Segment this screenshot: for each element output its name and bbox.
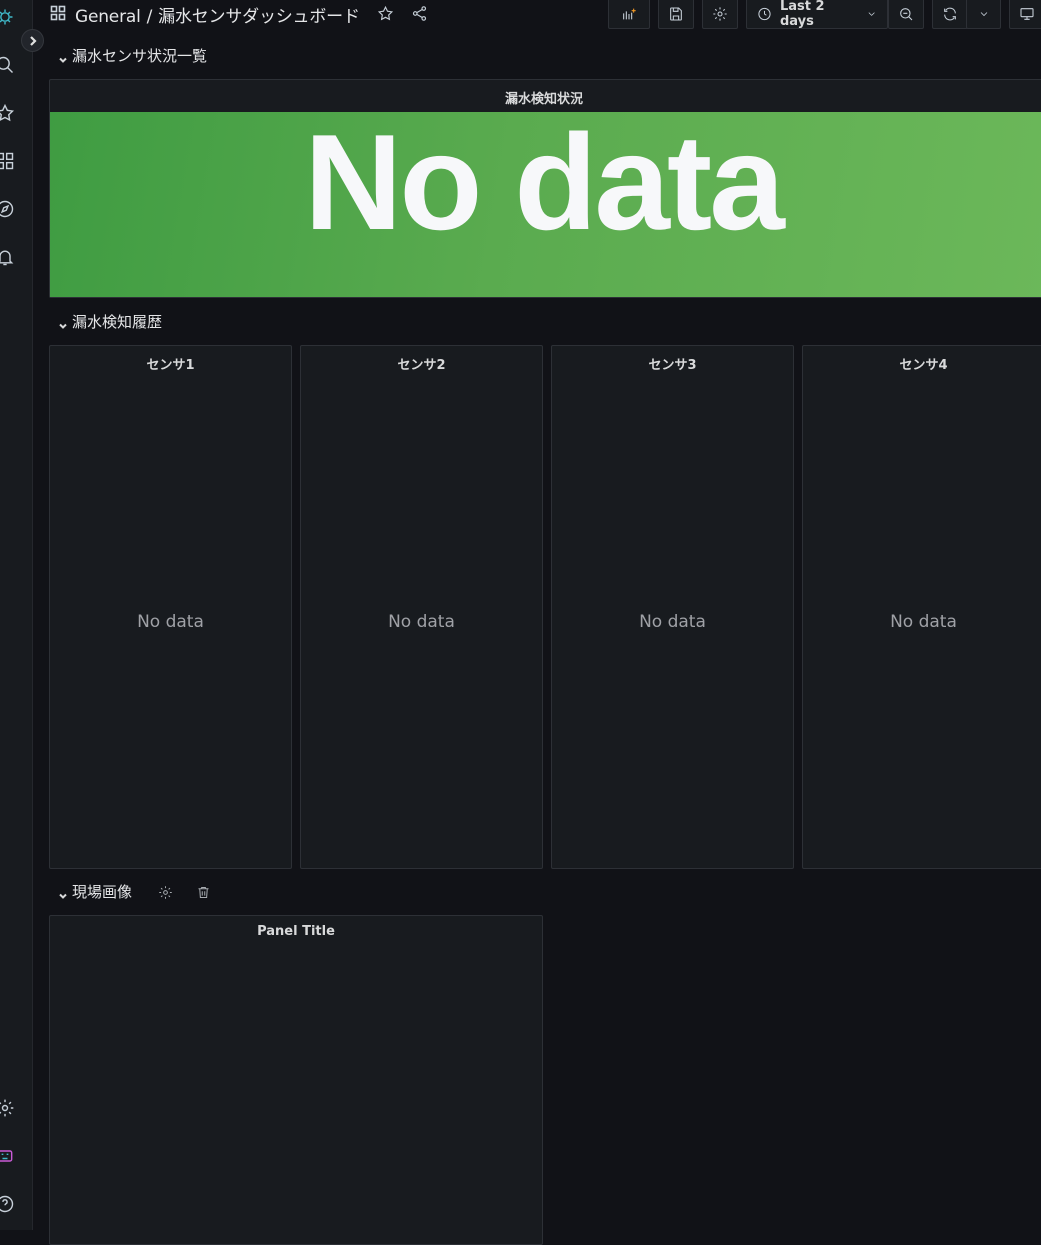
zoom-out-icon — [900, 7, 913, 20]
no-data-message: No data — [137, 612, 204, 632]
dashboards-icon[interactable] — [0, 150, 16, 172]
chevron-down-icon — [58, 317, 68, 329]
view-mode-button[interactable] — [1009, 0, 1041, 29]
gear-icon — [713, 6, 727, 21]
user-avatar-icon[interactable] — [0, 1145, 16, 1167]
breadcrumb-separator: / — [146, 7, 153, 27]
sensor-panel[interactable]: センサ4 No data — [802, 345, 1041, 869]
panel-title: センサ1 — [146, 358, 195, 373]
row-title: 現場画像 — [72, 883, 133, 901]
help-icon[interactable] — [0, 1193, 16, 1215]
chevron-down-icon — [980, 11, 987, 16]
stat-panel[interactable]: 漏水検知状況 No data — [49, 79, 1041, 298]
monitor-icon — [1020, 7, 1034, 20]
chevron-down-icon — [58, 887, 68, 899]
no-data-message: No data — [388, 612, 455, 632]
refresh-button[interactable] — [932, 0, 968, 29]
no-data-message: No data — [890, 612, 957, 632]
grafana-logo-icon[interactable] — [0, 6, 16, 28]
row-delete-trash-icon[interactable] — [196, 885, 211, 904]
refresh-icon — [944, 7, 956, 20]
breadcrumb-folder[interactable]: General — [75, 7, 141, 27]
dashboard-grid-icon — [50, 5, 66, 21]
panel-title: センサ2 — [397, 358, 446, 373]
chevron-down-icon — [868, 11, 875, 16]
chevron-down-icon — [58, 51, 68, 63]
row-header-leak-history[interactable]: 漏水検知履歴 — [58, 311, 162, 332]
no-data-message: No data — [639, 612, 706, 632]
row-title: 漏水検知履歴 — [72, 313, 163, 331]
alerting-bell-icon[interactable] — [0, 246, 16, 268]
sensor-panel[interactable]: センサ3 No data — [551, 345, 794, 869]
stat-value: No data — [304, 106, 785, 258]
add-panel-button[interactable] — [608, 0, 650, 29]
sensor-panel[interactable]: センサ1 No data — [49, 345, 292, 869]
panel-title: センサ3 — [648, 358, 697, 373]
breadcrumb[interactable]: General / 漏水センサダッシュボード — [75, 2, 360, 27]
time-range-picker[interactable]: Last 2 days — [746, 0, 888, 29]
save-dashboard-button[interactable] — [658, 0, 694, 29]
image-panel[interactable]: Panel Title — [49, 915, 543, 1245]
panel-title: センサ4 — [899, 358, 948, 373]
save-icon — [670, 6, 682, 21]
star-dashboard-icon[interactable] — [375, 3, 395, 23]
dashboard-navbar: General / 漏水センサダッシュボード Last 2 days — [33, 0, 1041, 29]
add-panel-icon — [623, 8, 636, 19]
starred-icon[interactable] — [0, 102, 16, 124]
row-header-sensor-status[interactable]: 漏水センサ状況一覧 — [58, 45, 207, 66]
expand-sidebar-button[interactable] — [21, 29, 44, 52]
chevron-right-icon — [29, 35, 37, 46]
row-settings-icon[interactable] — [158, 885, 173, 904]
explore-icon[interactable] — [0, 198, 16, 220]
refresh-interval-dropdown[interactable] — [966, 0, 1001, 29]
configuration-gear-icon[interactable] — [0, 1097, 16, 1119]
row-title: 漏水センサ状況一覧 — [72, 47, 208, 65]
search-icon[interactable] — [0, 54, 16, 76]
row-header-site-images[interactable]: 現場画像 — [58, 881, 132, 902]
clock-icon — [758, 7, 771, 20]
share-icon[interactable] — [409, 3, 429, 23]
sensor-panel[interactable]: センサ2 No data — [300, 345, 543, 869]
side-menu — [0, 0, 33, 1230]
time-range-label: Last 2 days — [779, 0, 825, 29]
panel-title: Panel Title — [257, 924, 335, 939]
dashboard-settings-button[interactable] — [702, 0, 738, 29]
zoom-out-button[interactable] — [888, 0, 924, 29]
breadcrumb-dashboard-title[interactable]: 漏水センサダッシュボード — [158, 7, 360, 27]
